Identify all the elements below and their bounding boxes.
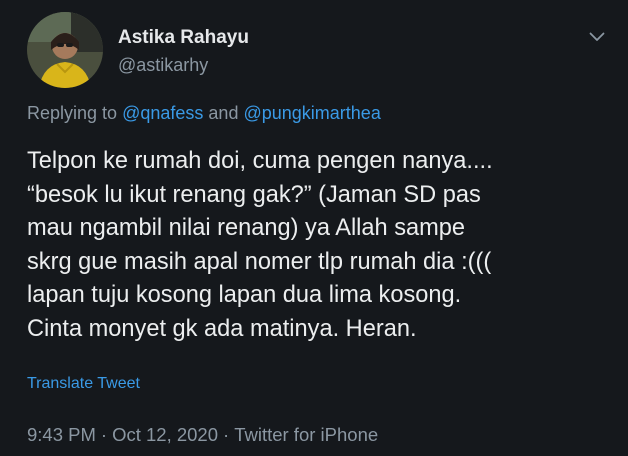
tweet-time[interactable]: 9:43 PM	[27, 424, 96, 445]
replying-to-conjunction: and	[208, 103, 239, 123]
tweet-source[interactable]: Twitter for iPhone	[234, 424, 378, 445]
tweet-text-line: Cinta monyet gk ada matinya. Heran.	[27, 315, 417, 342]
tweet-date[interactable]: Oct 12, 2020	[112, 424, 218, 445]
tweet-text-line: “besok lu ikut renang gak?” (Jaman SD pa…	[27, 181, 481, 208]
author-name[interactable]: Astika Rahayu	[118, 26, 249, 50]
tweet-metadata: 9:43 PM · Oct 12, 2020 · Twitter for iPhone	[27, 423, 378, 447]
mention-pungkimarthea[interactable]: @pungkimarthea	[243, 103, 380, 123]
tweet-card: Astika Rahayu @astikarhy Replying to @qn…	[0, 0, 628, 456]
tweet-text-line: lapan tuju kosong lapan dua lima kosong.	[27, 282, 462, 308]
avatar-image	[27, 12, 103, 88]
tweet-text-line: Telpon ke rumah doi, cuma pengen nanya..…	[27, 148, 493, 174]
meta-separator: ·	[100, 424, 108, 445]
meta-separator: ·	[223, 424, 230, 445]
author-handle[interactable]: @astikarhy	[118, 53, 249, 77]
tweet-text-line: skrg gue masih apal nomer tlp rumah dia …	[27, 248, 492, 275]
mention-qnafess[interactable]: @qnafess	[122, 103, 203, 123]
translate-tweet-link[interactable]: Translate Tweet	[27, 374, 140, 394]
tweet-text-line: mau ngambil nilai renang) ya Allah sampe	[27, 215, 466, 241]
replying-to-label: Replying to	[27, 103, 118, 123]
chevron-down-icon[interactable]	[586, 26, 608, 48]
avatar[interactable]	[27, 12, 103, 88]
author-info[interactable]: Astika Rahayu @astikarhy	[118, 26, 249, 77]
replying-to: Replying to @qnafess and @pungkimarthea	[27, 101, 381, 125]
tweet-text: Telpon ke rumah doi, cuma pengen nanya..…	[27, 145, 607, 346]
